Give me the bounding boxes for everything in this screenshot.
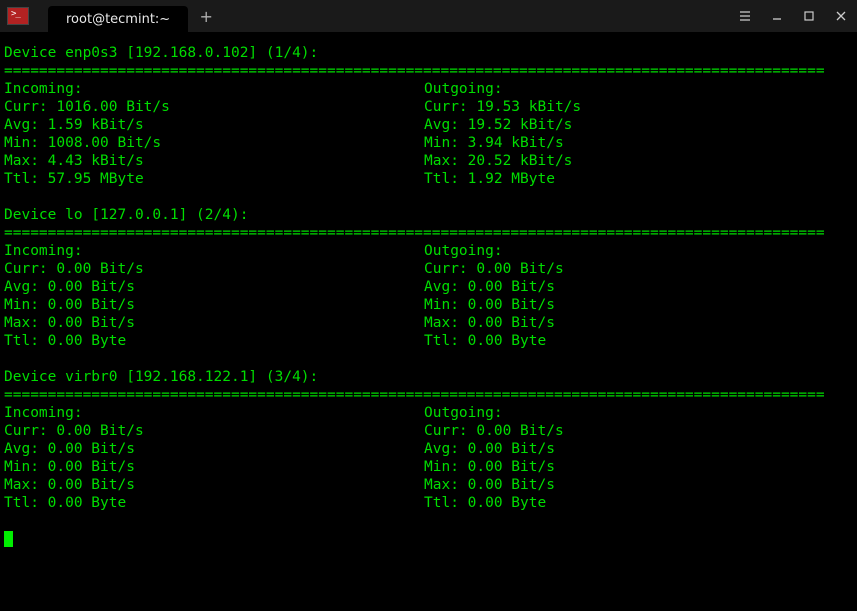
tab-active[interactable]: root@tecmint:~ [48, 6, 188, 32]
plus-icon: + [200, 7, 213, 26]
blank-line [4, 350, 853, 368]
terminal-app-icon [2, 2, 34, 30]
close-icon [835, 10, 847, 22]
stat-in-avg: Avg: 1.59 kBit/s [4, 116, 424, 134]
divider-line: ========================================… [4, 386, 853, 404]
stat-in-max: Max: 4.43 kBit/s [4, 152, 424, 170]
cursor-line [4, 530, 853, 548]
outgoing-label: Outgoing: [424, 80, 853, 98]
stat-in-min: Min: 0.00 Bit/s [4, 296, 424, 314]
stat-out-max: Max: 0.00 Bit/s [424, 476, 853, 494]
stat-in-max: Max: 0.00 Bit/s [4, 314, 424, 332]
terminal-output[interactable]: Device enp0s3 [192.168.0.102] (1/4): ===… [0, 32, 857, 552]
stat-out-avg: Avg: 19.52 kBit/s [424, 116, 853, 134]
stat-in-min: Min: 1008.00 Bit/s [4, 134, 424, 152]
stat-in-min: Min: 0.00 Bit/s [4, 458, 424, 476]
stat-out-min: Min: 0.00 Bit/s [424, 458, 853, 476]
stat-in-avg: Avg: 0.00 Bit/s [4, 440, 424, 458]
stat-in-ttl: Ttl: 0.00 Byte [4, 332, 424, 350]
outgoing-label: Outgoing: [424, 404, 853, 422]
menu-button[interactable] [729, 0, 761, 32]
tab-label: root@tecmint:~ [66, 12, 170, 27]
stat-out-ttl: Ttl: 0.00 Byte [424, 494, 853, 512]
minimize-button[interactable] [761, 0, 793, 32]
divider-line: ========================================… [4, 224, 853, 242]
stat-out-curr: Curr: 19.53 kBit/s [424, 98, 853, 116]
stat-in-curr: Curr: 0.00 Bit/s [4, 422, 424, 440]
stat-in-curr: Curr: 0.00 Bit/s [4, 260, 424, 278]
incoming-label: Incoming: [4, 80, 424, 98]
stat-in-curr: Curr: 1016.00 Bit/s [4, 98, 424, 116]
blank-line [4, 188, 853, 206]
stat-in-avg: Avg: 0.00 Bit/s [4, 278, 424, 296]
outgoing-label: Outgoing: [424, 242, 853, 260]
stat-out-ttl: Ttl: 1.92 MByte [424, 170, 853, 188]
stat-out-curr: Curr: 0.00 Bit/s [424, 422, 853, 440]
stat-in-max: Max: 0.00 Bit/s [4, 476, 424, 494]
stat-out-avg: Avg: 0.00 Bit/s [424, 278, 853, 296]
stat-out-max: Max: 0.00 Bit/s [424, 314, 853, 332]
stat-in-ttl: Ttl: 57.95 MByte [4, 170, 424, 188]
maximize-icon [803, 10, 815, 22]
blank-line [4, 512, 853, 530]
titlebar-right [729, 0, 857, 32]
incoming-label: Incoming: [4, 404, 424, 422]
incoming-label: Incoming: [4, 242, 424, 260]
stat-out-min: Min: 3.94 kBit/s [424, 134, 853, 152]
terminal-cursor [4, 531, 13, 547]
titlebar-left: root@tecmint:~ + [0, 0, 220, 32]
stat-out-curr: Curr: 0.00 Bit/s [424, 260, 853, 278]
minimize-icon [771, 10, 783, 22]
stat-out-min: Min: 0.00 Bit/s [424, 296, 853, 314]
new-tab-button[interactable]: + [192, 3, 220, 29]
maximize-button[interactable] [793, 0, 825, 32]
stat-out-max: Max: 20.52 kBit/s [424, 152, 853, 170]
titlebar[interactable]: root@tecmint:~ + [0, 0, 857, 32]
hamburger-icon [739, 10, 751, 22]
divider-line: ========================================… [4, 62, 853, 80]
device-header: Device lo [127.0.0.1] (2/4): [4, 206, 853, 224]
stat-out-ttl: Ttl: 0.00 Byte [424, 332, 853, 350]
device-header: Device virbr0 [192.168.122.1] (3/4): [4, 368, 853, 386]
stat-in-ttl: Ttl: 0.00 Byte [4, 494, 424, 512]
stat-out-avg: Avg: 0.00 Bit/s [424, 440, 853, 458]
device-header: Device enp0s3 [192.168.0.102] (1/4): [4, 44, 853, 62]
close-button[interactable] [825, 0, 857, 32]
